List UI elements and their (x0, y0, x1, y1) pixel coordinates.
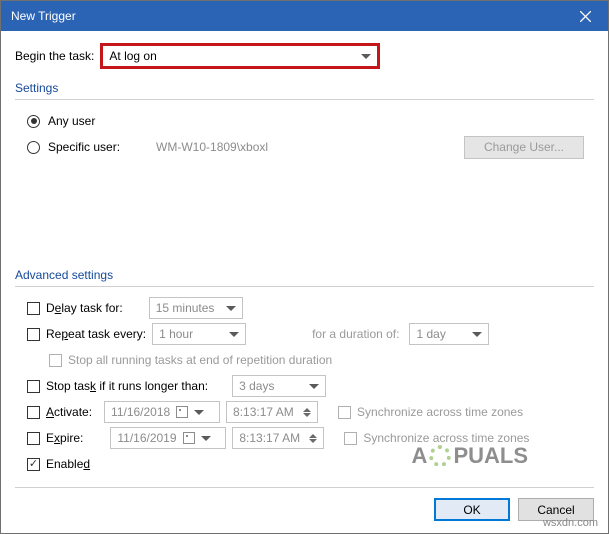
close-icon (580, 11, 591, 22)
delay-value: 15 minutes (156, 301, 215, 315)
settings-divider (15, 99, 594, 100)
time-spinner[interactable] (303, 408, 311, 417)
expire-checkbox[interactable] (27, 432, 40, 445)
advanced-group-label: Advanced settings (15, 268, 594, 282)
expire-sync-label: Synchronize across time zones (363, 431, 529, 445)
specific-user-row: Specific user: WM-W10-1809\xboxl Change … (15, 134, 594, 160)
chevron-down-icon (194, 410, 204, 415)
any-user-row: Any user (15, 108, 594, 134)
activate-sync-checkbox (338, 406, 351, 419)
time-spinner[interactable] (309, 434, 317, 443)
expire-date[interactable]: 11/16/2019 (110, 427, 226, 449)
expire-time[interactable]: 8:13:17 AM (232, 427, 324, 449)
chevron-down-icon (472, 332, 482, 337)
delay-row: Delay task for: 15 minutes (15, 295, 594, 321)
activate-label: Activate: (46, 405, 92, 419)
activate-row: Activate: 11/16/2018 8:13:17 AM Synchron… (15, 399, 594, 425)
any-user-radio[interactable] (27, 115, 40, 128)
activate-date[interactable]: 11/16/2018 (104, 401, 220, 423)
stop-all-row: Stop all running tasks at end of repetit… (15, 347, 594, 373)
stop-all-checkbox (49, 354, 62, 367)
advanced-group: Advanced settings Delay task for: 15 min… (15, 268, 594, 477)
expire-sync-checkbox (344, 432, 357, 445)
close-button[interactable] (563, 1, 608, 31)
stop-longer-checkbox[interactable] (27, 380, 40, 393)
change-user-button: Change User... (464, 136, 584, 159)
activate-sync-label: Synchronize across time zones (357, 405, 523, 419)
stop-longer-combo[interactable]: 3 days (232, 375, 326, 397)
window-title: New Trigger (11, 9, 76, 23)
ok-button[interactable]: OK (434, 498, 510, 521)
activate-checkbox[interactable] (27, 406, 40, 419)
duration-combo: 1 day (409, 323, 489, 345)
repeat-label: Repeat task every: (46, 327, 146, 341)
delay-label: Delay task for: (46, 301, 123, 315)
any-user-label: Any user (48, 114, 95, 128)
source-domain: wsxdn.com (543, 517, 598, 529)
cancel-label: Cancel (537, 503, 574, 517)
expire-label: Expire: (46, 431, 83, 445)
title-bar: New Trigger (1, 1, 608, 31)
ok-label: OK (463, 503, 480, 517)
spacer (15, 168, 594, 268)
delay-checkbox[interactable] (27, 302, 40, 315)
repeat-value: 1 hour (159, 327, 193, 341)
duration-value: 1 day (416, 327, 445, 341)
repeat-row: Repeat task every: 1 hour for a duration… (15, 321, 594, 347)
chevron-down-icon (309, 384, 319, 389)
change-user-label: Change User... (484, 140, 564, 154)
begin-task-row: Begin the task: At log on (15, 43, 594, 69)
dialog-body: Begin the task: At log on Settings Any u… (1, 31, 608, 487)
activate-time[interactable]: 8:13:17 AM (226, 401, 318, 423)
stop-all-label: Stop all running tasks at end of repetit… (68, 353, 332, 367)
enabled-label: Enabled (46, 457, 90, 471)
settings-group-label: Settings (15, 81, 594, 95)
stop-longer-label: Stop task if it runs longer than: (46, 379, 208, 393)
enabled-checkbox[interactable] (27, 458, 40, 471)
delay-combo[interactable]: 15 minutes (149, 297, 243, 319)
dialog-new-trigger: New Trigger Begin the task: At log on Se… (0, 0, 609, 534)
begin-task-select[interactable]: At log on (100, 43, 380, 69)
specific-user-label: Specific user: (48, 140, 120, 154)
repeat-checkbox[interactable] (27, 328, 40, 341)
begin-task-value: At log on (109, 49, 156, 63)
expire-time-value: 8:13:17 AM (239, 431, 300, 445)
dialog-buttons: OK Cancel (1, 488, 608, 533)
chevron-down-icon (361, 54, 371, 59)
expire-row: Expire: 11/16/2019 8:13:17 AM Synchroniz… (15, 425, 594, 451)
activate-time-value: 8:13:17 AM (233, 405, 294, 419)
chevron-down-icon (226, 306, 236, 311)
activate-date-value: 11/16/2018 (111, 405, 170, 419)
specific-user-radio[interactable] (27, 141, 40, 154)
chevron-down-icon (201, 436, 211, 441)
duration-label: for a duration of: (312, 327, 399, 341)
expire-date-value: 11/16/2019 (117, 431, 176, 445)
advanced-divider (15, 286, 594, 287)
stop-longer-value: 3 days (239, 379, 274, 393)
stop-longer-row: Stop task if it runs longer than: 3 days (15, 373, 594, 399)
enabled-row: Enabled (15, 451, 594, 477)
specific-user-value: WM-W10-1809\xboxl (156, 140, 464, 154)
repeat-combo[interactable]: 1 hour (152, 323, 246, 345)
calendar-icon (183, 432, 195, 444)
begin-task-label: Begin the task: (15, 49, 94, 63)
settings-group: Settings Any user Specific user: WM-W10-… (15, 81, 594, 160)
calendar-icon (176, 406, 188, 418)
chevron-down-icon (229, 332, 239, 337)
